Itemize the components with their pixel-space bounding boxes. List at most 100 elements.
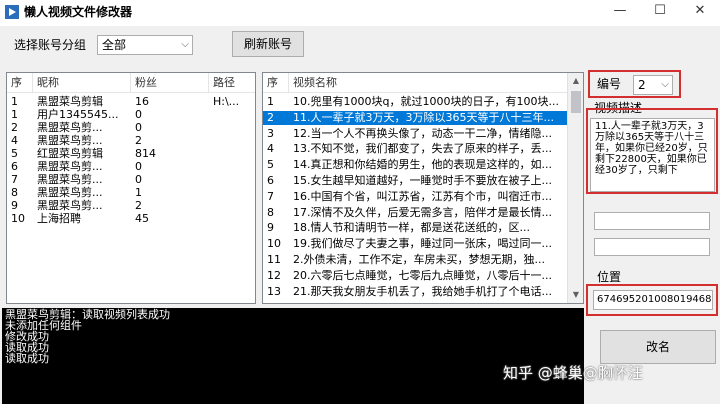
accounts-table[interactable]: 序 昵称 粉丝 路径 1 黑盟菜鸟剪辑 16 H:\... 1 用户1345545... 0… bbox=[6, 72, 256, 304]
number-select[interactable]: 2 ⌵ bbox=[633, 75, 673, 95]
table-row[interactable]: 2 黑盟菜鸟剪... 0 bbox=[7, 121, 255, 134]
table-row[interactable]: 12 20.六零后七点睡觉，七零后九点睡觉，八零后十一... bbox=[263, 269, 567, 283]
table-row[interactable]: 4 13.不知不觉，我们都变了，失去了原来的样子，丢... bbox=[263, 142, 567, 156]
table-row[interactable]: 8 17.深情不及久伴，后爱无需多言，陪伴才是最长情... bbox=[263, 206, 567, 220]
table-row[interactable]: 11 2.外债未清，工作不定，车房未买，梦想无期，独... bbox=[263, 253, 567, 267]
table-row[interactable]: 1 黑盟菜鸟剪辑 16 H:\... bbox=[7, 95, 255, 108]
cell-fans: 0 bbox=[135, 108, 142, 121]
column-header-nickname[interactable]: 昵称 bbox=[33, 73, 131, 93]
scroll-up-icon[interactable]: ▲ bbox=[568, 73, 583, 89]
cell-path bbox=[209, 199, 255, 212]
cell-path bbox=[209, 134, 255, 147]
cell-name: 黑盟菜鸟剪... bbox=[37, 160, 103, 173]
location-label: 位置 bbox=[597, 270, 622, 284]
cell-idx: 13 bbox=[267, 284, 281, 298]
table-row[interactable]: 6 黑盟菜鸟剪... 0 bbox=[7, 160, 255, 173]
number-label: 编号 bbox=[597, 77, 622, 91]
cell-video-name: 13.不知不觉，我们都变了，失去了原来的样子，丢... bbox=[293, 142, 552, 156]
log-line: 读取成功 bbox=[5, 352, 49, 365]
extra-field-2[interactable] bbox=[594, 238, 710, 256]
table-row[interactable]: 13 21.那天我女朋友手机丢了，我给她手机打了个电话... bbox=[263, 285, 567, 299]
table-row[interactable]: 4 黑盟菜鸟剪... 2 bbox=[7, 134, 255, 147]
cell-idx: 4 bbox=[267, 142, 274, 156]
scroll-thumb[interactable] bbox=[571, 91, 581, 113]
table-row[interactable]: 8 黑盟菜鸟剪... 1 bbox=[7, 186, 255, 199]
cell-video-name: 15.女生越早知道越好，一睡觉时手不要放在被子上... bbox=[293, 174, 552, 187]
scroll-down-icon[interactable]: ▼ bbox=[568, 287, 583, 303]
table-row[interactable]: 1 10.兜里有1000块q，就过1000块的日子，有100块... bbox=[263, 95, 567, 109]
number-value: 2 bbox=[638, 78, 646, 92]
cell-name: 黑盟菜鸟剪... bbox=[37, 134, 103, 147]
cell-video-name: 18.情人节和请明节一样，都是送花送纸的，区... bbox=[293, 221, 530, 235]
rename-button[interactable]: 改名 bbox=[600, 330, 716, 364]
cell-path bbox=[209, 160, 255, 173]
table-row[interactable]: 3 12.当一个人不再换头像了，动态一干二净，情绪隐... bbox=[263, 127, 567, 141]
cell-path bbox=[209, 186, 255, 199]
description-highlight-box bbox=[586, 108, 718, 194]
close-button[interactable]: ✕ bbox=[680, 0, 720, 24]
log-line: 读取成功 bbox=[5, 341, 49, 354]
minimize-button[interactable]: — bbox=[600, 0, 640, 24]
cell-name: 黑盟菜鸟剪辑 bbox=[37, 95, 103, 108]
refresh-accounts-button[interactable]: 刷新账号 bbox=[232, 31, 304, 57]
cell-name: 黑盟菜鸟剪... bbox=[37, 121, 103, 134]
cell-path bbox=[209, 147, 255, 160]
cell-video-name: 14.真正想和你结婚的男生，他的表现是这样的，如... bbox=[293, 158, 552, 172]
videos-scrollbar[interactable]: ▲ ▼ bbox=[567, 73, 583, 303]
cell-fans: 1 bbox=[135, 186, 142, 199]
cell-name: 红盟菜鸟剪辑 bbox=[37, 147, 103, 160]
cell-name: 黑盟菜鸟剪... bbox=[37, 173, 103, 186]
cell-idx: 6 bbox=[11, 160, 18, 173]
cell-idx: 4 bbox=[11, 134, 18, 147]
table-row[interactable]: 9 18.情人节和请明节一样，都是送花送纸的，区... bbox=[263, 221, 567, 235]
log-line: 修改成功 bbox=[5, 330, 49, 343]
column-header-video-name[interactable]: 视频名称 bbox=[289, 73, 569, 93]
table-row[interactable]: 7 黑盟菜鸟剪... 0 bbox=[7, 173, 255, 186]
cell-path bbox=[209, 108, 255, 121]
maximize-button[interactable]: ☐ bbox=[640, 0, 680, 24]
cell-path bbox=[209, 121, 255, 134]
cell-idx: 7 bbox=[11, 173, 18, 186]
cell-path: H:\... bbox=[213, 95, 240, 108]
cell-idx: 6 bbox=[267, 174, 274, 187]
videos-table[interactable]: 序 视频名称 1 10.兜里有1000块q，就过1000块的日子，有100块...… bbox=[262, 72, 584, 304]
cell-fans: 2 bbox=[135, 134, 142, 147]
cell-fans: 16 bbox=[135, 95, 149, 108]
column-header-path[interactable]: 路径 bbox=[209, 73, 255, 93]
cell-video-name: 11.人一辈子就3万天，3万除以365天等于八十三年... bbox=[293, 110, 554, 124]
account-group-select[interactable]: 全部 ⌵ bbox=[97, 35, 193, 55]
table-row[interactable]: 1 用户1345545... 0 bbox=[7, 108, 255, 121]
cell-fans: 0 bbox=[135, 160, 142, 173]
cell-idx: 1 bbox=[11, 108, 18, 121]
accounts-table-header: 序 昵称 粉丝 路径 bbox=[7, 73, 255, 93]
cell-fans: 0 bbox=[135, 173, 142, 186]
cell-name: 上海招聘 bbox=[37, 212, 81, 225]
cell-idx: 8 bbox=[11, 186, 18, 199]
cell-idx: 9 bbox=[267, 221, 274, 235]
table-row[interactable]: 9 黑盟菜鸟剪... 2 bbox=[7, 199, 255, 212]
column-header-fans[interactable]: 粉丝 bbox=[131, 73, 209, 93]
cell-idx: 8 bbox=[267, 205, 274, 219]
title-bar: 懒人视频文件修改器 — ☐ ✕ bbox=[0, 0, 720, 26]
account-group-value: 全部 bbox=[102, 38, 127, 52]
cell-fans: 0 bbox=[135, 121, 142, 134]
table-row[interactable]: 10 19.我们做尽了夫妻之事，睡过同一张床，喝过同一... bbox=[263, 237, 567, 251]
table-row[interactable]: 5 14.真正想和你结婚的男生，他的表现是这样的，如... bbox=[263, 158, 567, 172]
table-row[interactable]: 6 15.女生越早知道越好，一睡觉时手不要放在被子上... bbox=[263, 174, 567, 188]
cell-video-name: 12.当一个人不再换头像了，动态一干二净，情绪隐... bbox=[293, 126, 552, 140]
location-highlight-box bbox=[586, 284, 718, 316]
cell-video-name: 10.兜里有1000块q，就过1000块的日子，有100块... bbox=[293, 95, 559, 108]
cell-video-name: 2.外债未清，工作不定，车房未买，梦想无期，独... bbox=[293, 253, 545, 266]
account-group-label: 选择账号分组 bbox=[14, 38, 87, 52]
table-row[interactable]: 7 16.中国有个省，叫江苏省，江苏有个市，叫宿迁市... bbox=[263, 190, 567, 204]
table-row[interactable]: 2 11.人一辈子就3万天，3万除以365天等于八十三年... bbox=[263, 110, 567, 125]
table-row[interactable]: 5 红盟菜鸟剪辑 814 bbox=[7, 147, 255, 160]
column-header-index[interactable]: 序 bbox=[263, 73, 289, 93]
chevron-down-icon: ⌵ bbox=[181, 39, 189, 50]
cell-video-name: 20.六零后七点睡觉，七零后九点睡觉，八零后十一... bbox=[293, 268, 552, 282]
column-header-index[interactable]: 序 bbox=[7, 73, 33, 93]
table-row[interactable]: 10 上海招聘 45 bbox=[7, 212, 255, 225]
cell-idx: 1 bbox=[11, 95, 18, 108]
cell-idx: 10 bbox=[11, 212, 25, 225]
extra-field-1[interactable] bbox=[594, 212, 710, 230]
